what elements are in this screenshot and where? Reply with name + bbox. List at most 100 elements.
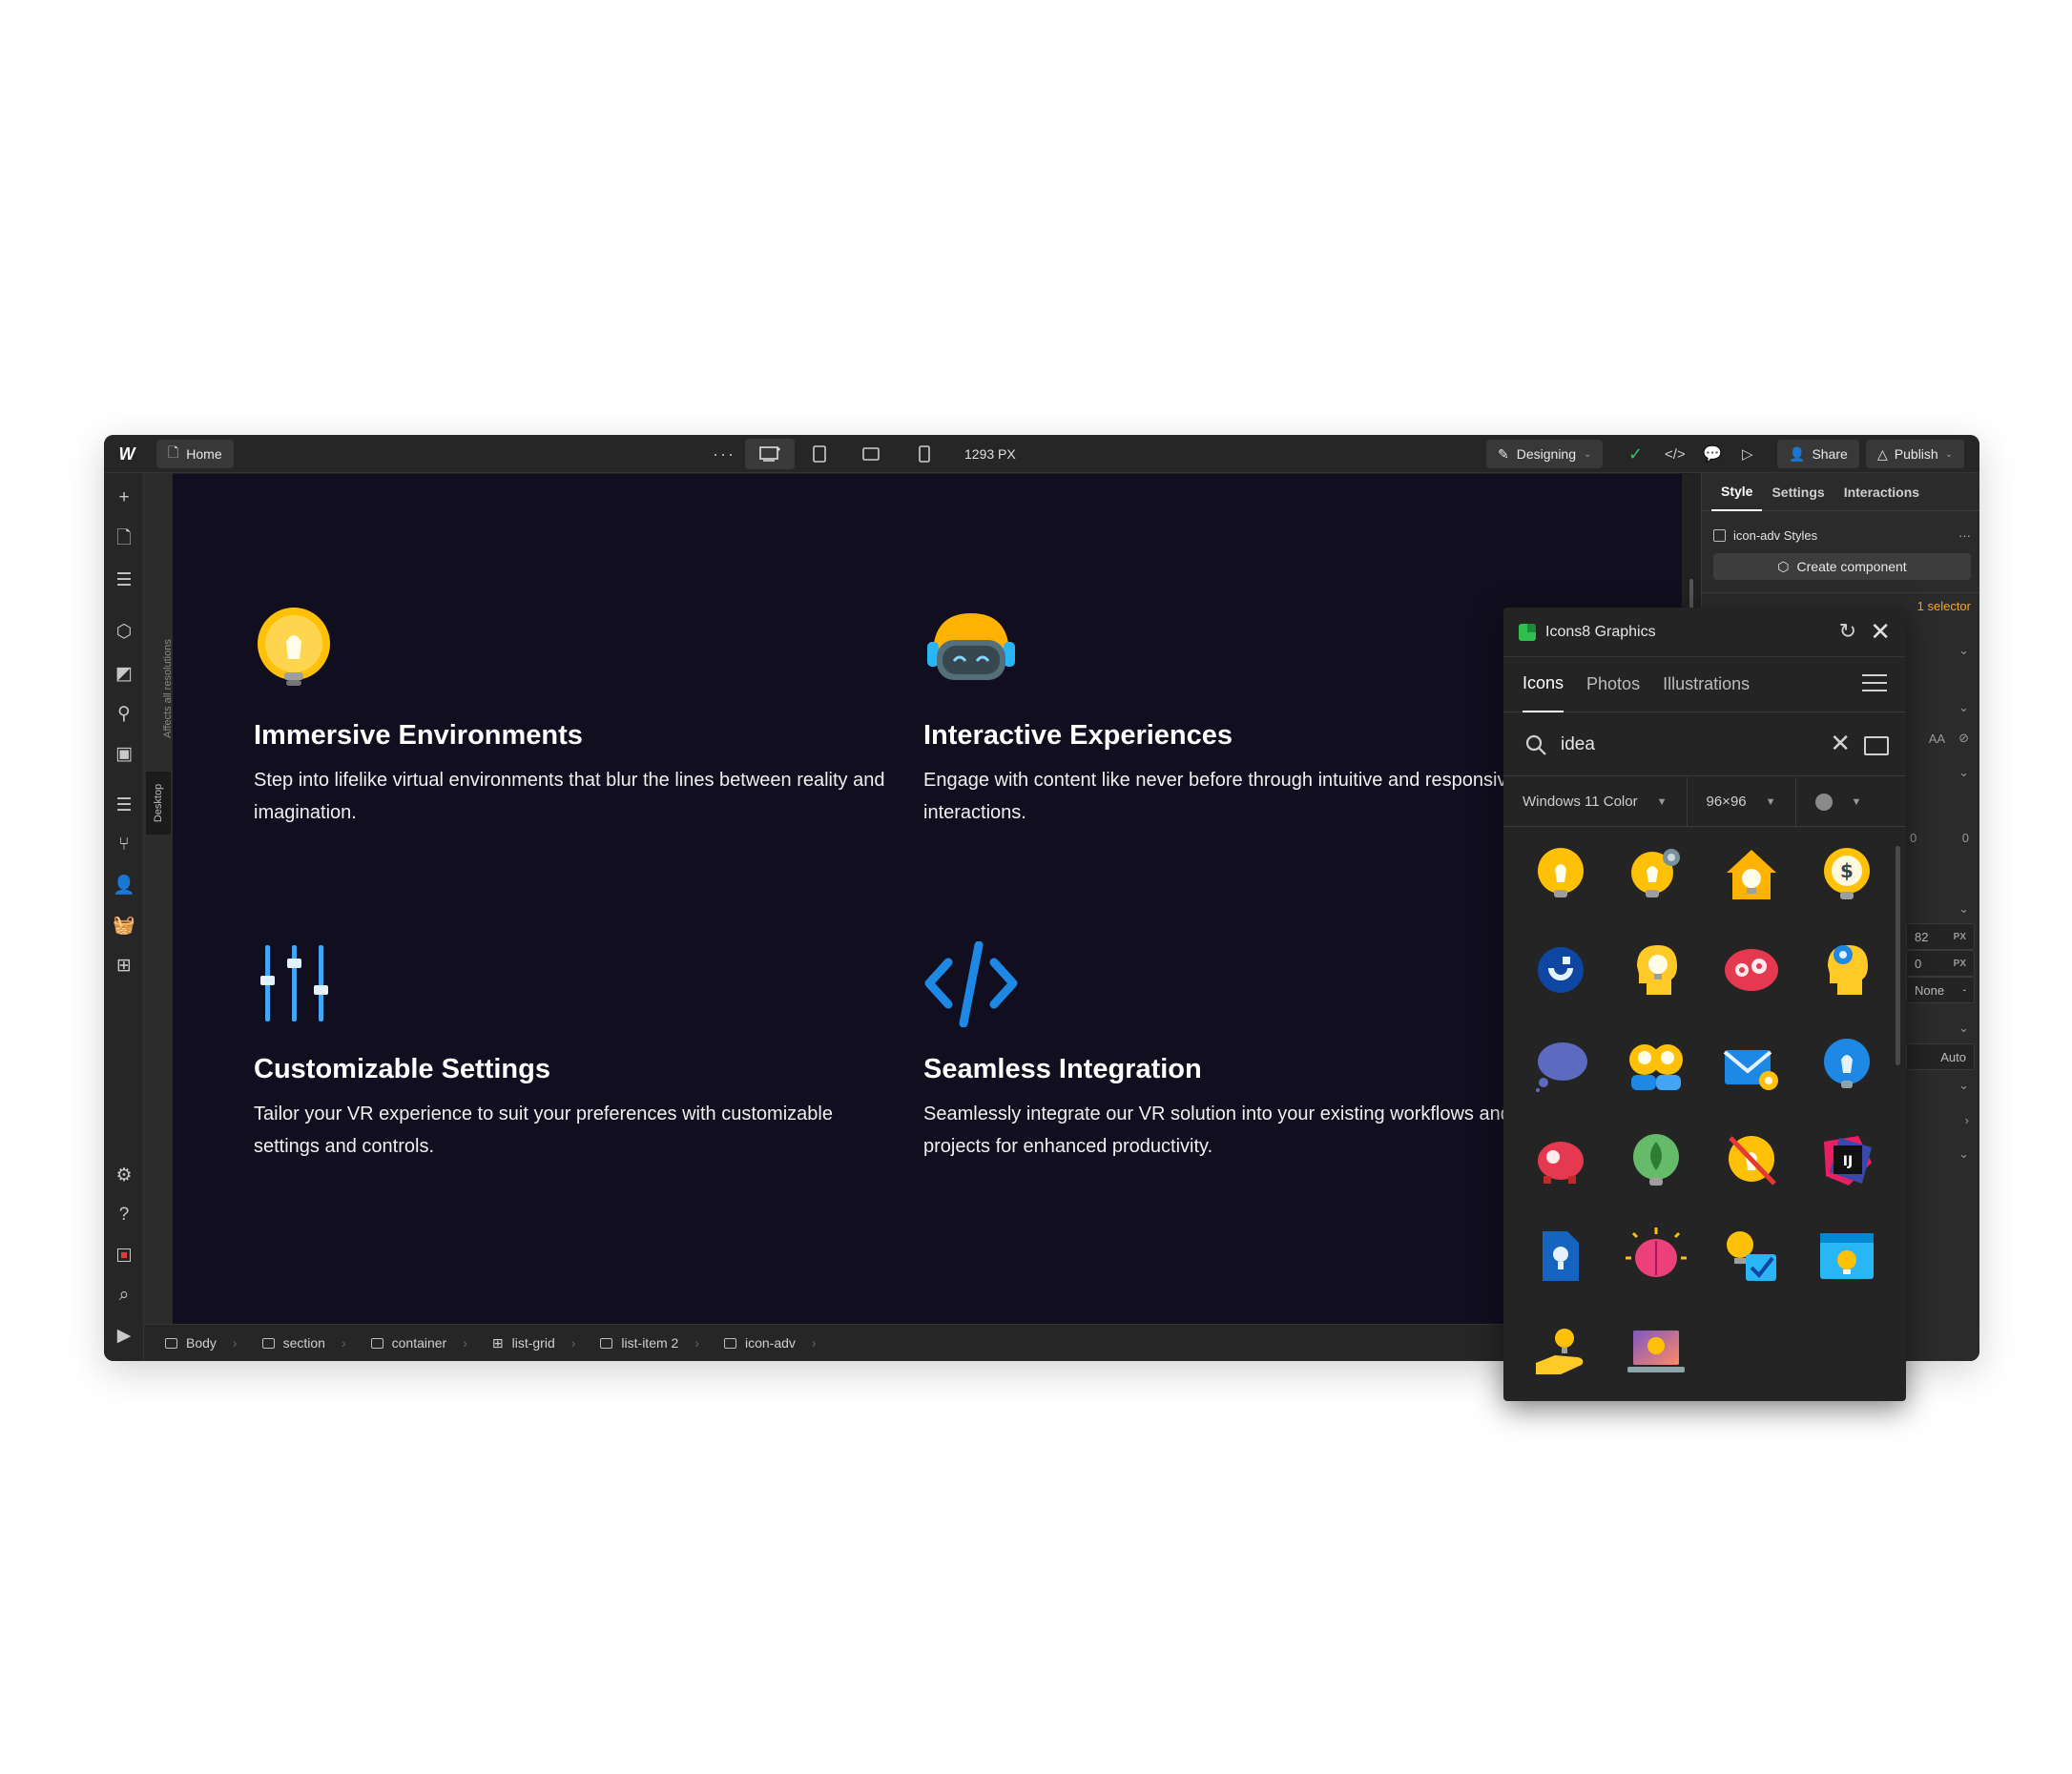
- result-two-heads-icon[interactable]: [1618, 1027, 1694, 1104]
- breakpoint-desktop-icon[interactable]: [745, 439, 795, 469]
- breadcrumb-item[interactable]: list-item 2 ›: [591, 1325, 709, 1362]
- result-dollar-idea-icon[interactable]: $: [1809, 836, 1885, 913]
- create-component-button[interactable]: ⬡ Create component: [1713, 553, 1971, 580]
- lightbulb-icon[interactable]: [254, 608, 359, 703]
- more-icon[interactable]: ···: [1958, 528, 1971, 543]
- comment-icon[interactable]: 💬: [1703, 435, 1722, 473]
- height-input[interactable]: 0 PX: [1906, 950, 1975, 977]
- search-input[interactable]: idea: [1561, 734, 1595, 755]
- code-icon[interactable]: [923, 940, 1028, 1037]
- sliders-icon[interactable]: [254, 941, 359, 1037]
- overflow-select[interactable]: Auto: [1906, 1043, 1975, 1070]
- breadcrumb-item[interactable]: icon-adv ›: [715, 1325, 826, 1362]
- page-selector[interactable]: 🗋 Home: [156, 440, 234, 468]
- image-icon: [1713, 528, 1726, 542]
- mode-selector[interactable]: ✎ Designing ⌄: [1486, 440, 1604, 468]
- result-intellij-icon[interactable]: IJ: [1809, 1123, 1885, 1199]
- tab-icons[interactable]: Icons: [1523, 657, 1564, 712]
- design-canvas[interactable]: Immersive Environments Step into lifelik…: [173, 474, 1682, 1324]
- breakpoint-landscape-icon[interactable]: [846, 439, 896, 469]
- result-head-bulb-icon[interactable]: [1618, 932, 1694, 1008]
- result-house-idea-icon[interactable]: [1713, 836, 1790, 913]
- result-document-idea-icon[interactable]: [1523, 1218, 1599, 1294]
- style-filter-select[interactable]: Windows 11 Color ▼: [1503, 776, 1688, 827]
- eye-off-icon[interactable]: ⊘: [1958, 731, 1969, 746]
- results-scrollbar[interactable]: [1896, 846, 1900, 1065]
- chevron-down-icon[interactable]: ⌄: [1906, 896, 1979, 922]
- result-idea-check-icon[interactable]: [1713, 1218, 1790, 1294]
- result-piggy-bank-icon[interactable]: [1523, 1123, 1599, 1199]
- result-brain-spark-icon[interactable]: [1618, 1218, 1694, 1294]
- page-name: Home: [186, 446, 222, 462]
- publish-button[interactable]: △ Publish ⌄: [1866, 440, 1965, 468]
- assets-icon[interactable]: ▣: [104, 738, 144, 769]
- result-no-idea-icon[interactable]: [1713, 1123, 1790, 1199]
- settings-icon[interactable]: ⚙: [104, 1160, 144, 1190]
- chevron-down-icon[interactable]: ⌄: [1906, 759, 1979, 786]
- components-icon[interactable]: ⬡: [104, 616, 144, 647]
- result-brain-gears-icon[interactable]: [1713, 932, 1790, 1008]
- breadcrumb-item[interactable]: Body ›: [155, 1325, 247, 1362]
- pages-icon[interactable]: 🗋: [104, 525, 144, 555]
- breadcrumb-item[interactable]: section ›: [253, 1325, 356, 1362]
- navigator-icon[interactable]: ☰: [104, 565, 144, 595]
- chevron-down-icon[interactable]: ⌄: [1906, 1072, 1979, 1099]
- video-icon[interactable]: ▶: [104, 1320, 144, 1351]
- search-icon[interactable]: ⌕: [104, 1280, 144, 1310]
- tab-photos[interactable]: Photos: [1586, 657, 1640, 712]
- result-lightbulb-icon[interactable]: [1523, 836, 1599, 913]
- typography-aa[interactable]: AA: [1929, 732, 1945, 746]
- margin-value[interactable]: 0: [1910, 831, 1917, 845]
- check-circle-icon[interactable]: ✓: [1628, 435, 1643, 473]
- tab-style[interactable]: Style: [1711, 473, 1763, 511]
- variables-icon[interactable]: ◩: [104, 658, 144, 689]
- width-input[interactable]: 82 PX: [1906, 923, 1975, 950]
- cms-icon[interactable]: ☰: [104, 790, 144, 820]
- breakpoint-mobile-icon[interactable]: [900, 439, 949, 469]
- clear-search-icon[interactable]: ✕: [1830, 729, 1851, 758]
- chevron-down-icon[interactable]: ⌄: [1906, 1141, 1979, 1167]
- tab-illustrations[interactable]: Illustrations: [1663, 657, 1750, 712]
- vr-headset-icon[interactable]: [923, 608, 1028, 703]
- chevron-down-icon[interactable]: ⌄: [1906, 694, 1979, 721]
- record-icon[interactable]: [104, 1240, 144, 1270]
- result-head-location-icon[interactable]: [1809, 932, 1885, 1008]
- result-lightbulb-gear-icon[interactable]: [1618, 836, 1694, 913]
- chevron-right-icon[interactable]: ›: [1906, 1106, 1979, 1133]
- result-browser-idea-icon[interactable]: [1809, 1218, 1885, 1294]
- chevron-down-icon[interactable]: ⌄: [1906, 1015, 1979, 1042]
- ecommerce-icon[interactable]: 🧺: [104, 910, 144, 940]
- share-button[interactable]: 👤 Share: [1777, 440, 1859, 468]
- max-select[interactable]: None -: [1906, 977, 1975, 1003]
- result-location-pin-icon[interactable]: [1809, 1027, 1885, 1104]
- more-options-button[interactable]: ···: [713, 435, 736, 473]
- breakpoint-tablet-icon[interactable]: [795, 439, 844, 469]
- help-icon[interactable]: ?: [104, 1200, 144, 1230]
- color-filter-select[interactable]: ▼: [1796, 777, 1881, 827]
- close-icon[interactable]: ✕: [1870, 617, 1891, 647]
- apps-icon[interactable]: ⊞: [104, 950, 144, 980]
- add-icon[interactable]: +: [104, 483, 144, 513]
- result-mail-idea-icon[interactable]: [1713, 1027, 1790, 1104]
- chevron-down-icon[interactable]: ⌄: [1906, 637, 1979, 664]
- result-leaf-bulb-icon[interactable]: [1618, 1123, 1694, 1199]
- preview-play-icon[interactable]: ▷: [1742, 435, 1753, 473]
- tab-settings[interactable]: Settings: [1762, 473, 1834, 511]
- users-icon[interactable]: 👤: [104, 870, 144, 900]
- breadcrumb-item[interactable]: container ›: [362, 1325, 477, 1362]
- result-hand-idea-icon[interactable]: [1523, 1313, 1599, 1390]
- style-selectors-icon[interactable]: ⚲: [104, 698, 144, 729]
- code-icon[interactable]: </>: [1665, 435, 1686, 473]
- result-thought-cloud-icon[interactable]: [1523, 1027, 1599, 1104]
- hamburger-menu-icon[interactable]: [1862, 674, 1887, 691]
- size-filter-select[interactable]: 96×96 ▼: [1688, 776, 1796, 827]
- padding-value[interactable]: 0: [1962, 831, 1969, 845]
- result-magnet-icon[interactable]: [1523, 932, 1599, 1008]
- logic-icon[interactable]: ⑂: [104, 830, 144, 860]
- webflow-logo[interactable]: W: [110, 435, 144, 473]
- refresh-icon[interactable]: ↻: [1839, 619, 1856, 644]
- folder-icon[interactable]: [1864, 736, 1889, 755]
- tab-interactions[interactable]: Interactions: [1834, 473, 1929, 511]
- breadcrumb-item[interactable]: ⊞ list-grid ›: [483, 1325, 586, 1362]
- result-laptop-idea-icon[interactable]: [1618, 1313, 1694, 1390]
